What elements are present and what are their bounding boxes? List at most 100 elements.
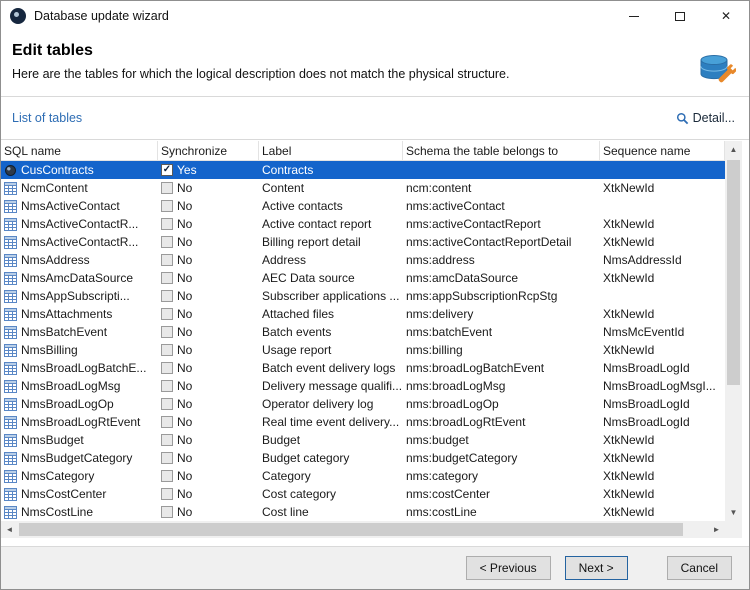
synchronize-checkbox[interactable] [161,218,173,230]
table-row[interactable]: NmsBatchEvent No Batch events nms:batchEven… [1,323,725,341]
table-row[interactable]: CusContracts ✓ Yes Contracts [1,161,725,179]
table-row[interactable]: NmsAmcDataSource No AEC Data source nms:amc… [1,269,725,287]
synchronize-checkbox[interactable]: ✓ [161,164,173,176]
tables-list: SQL name Synchronize Label Schema the ta… [1,141,742,538]
label-text: AEC Data source [262,271,355,285]
sql-name-cell: NmsActiveContactR... [1,233,158,251]
scroll-left-button[interactable]: ◄ [1,521,18,538]
minimize-button[interactable] [611,1,657,31]
sql-name-cell: NmsBilling [1,341,158,359]
schema-text: nms:costLine [406,505,477,519]
table-row[interactable]: NmsActiveContactR... No Billing report det… [1,233,725,251]
table-row[interactable]: NmsBroadLogMsg No Delivery message qualifi… [1,377,725,395]
synchronize-text: No [177,343,193,357]
sequence-cell [600,287,725,305]
horizontal-scrollbar[interactable]: ◄ ► [1,521,725,538]
synchronize-checkbox[interactable] [161,488,173,500]
maximize-button[interactable] [657,1,703,31]
table-row[interactable]: NmsCostLine No Cost line nms:costLine XtkNew… [1,503,725,521]
column-header-sequence-name[interactable]: Sequence name [600,141,725,160]
horizontal-scroll-thumb[interactable] [19,523,683,536]
label-cell: Active contacts [259,197,403,215]
sql-name-cell: CusContracts [1,161,158,179]
synchronize-checkbox[interactable] [161,452,173,464]
close-button[interactable]: ✕ [703,1,749,31]
synchronize-text: No [177,253,193,267]
sequence-cell: XtkNewId [600,431,725,449]
table-row[interactable]: NmsActiveContactR... No Active contact rep… [1,215,725,233]
synchronize-checkbox[interactable] [161,470,173,482]
column-header-label[interactable]: Label [259,141,403,160]
table-row[interactable]: NmsAddress No Address nms:address NmsAddress… [1,251,725,269]
label-cell: Budget category [259,449,403,467]
label-cell: Attached files [259,305,403,323]
table-row[interactable]: NmsBudget No Budget nms:budget XtkNewId [1,431,725,449]
sequence-cell: NmsBroadLogId [600,395,725,413]
synchronize-checkbox[interactable] [161,236,173,248]
column-header-sql-name[interactable]: SQL name [1,141,158,160]
synchronize-cell: No [158,197,259,215]
table-icon [4,379,17,393]
synchronize-checkbox[interactable] [161,272,173,284]
table-row[interactable]: NmsBudgetCategory No Budget category nms:bu… [1,449,725,467]
table-row[interactable]: NmsBroadLogOp No Operator delivery log nms:… [1,395,725,413]
table-row[interactable]: NmsActiveContact No Active contacts nms:act… [1,197,725,215]
column-header-synchronize[interactable]: Synchronize [158,141,259,160]
label-text: Real time event delivery... [262,415,400,429]
scroll-down-button[interactable]: ▼ [725,504,742,521]
table-row[interactable]: NmsBroadLogBatchE... No Batch event delive… [1,359,725,377]
sequence-text: XtkNewId [603,451,655,465]
previous-button[interactable]: < Previous [465,556,551,580]
next-button[interactable]: Next > [564,556,628,580]
synchronize-text: No [177,325,193,339]
sequence-cell: XtkNewId [600,305,725,323]
synchronize-checkbox[interactable] [161,416,173,428]
synchronize-checkbox[interactable] [161,362,173,374]
table-icon [4,469,17,483]
synchronize-checkbox[interactable] [161,380,173,392]
synchronize-checkbox[interactable] [161,344,173,356]
synchronize-checkbox[interactable] [161,200,173,212]
scroll-right-button[interactable]: ► [708,521,725,538]
label-cell: Batch event delivery logs [259,359,403,377]
detail-button[interactable]: Detail... [676,111,735,125]
synchronize-cell: No [158,467,259,485]
synchronize-checkbox[interactable] [161,398,173,410]
table-row[interactable]: NmsCategory No Category nms:category XtkNewI… [1,467,725,485]
table-row[interactable]: NmsCostCenter No Cost category nms:costCent… [1,485,725,503]
synchronize-checkbox[interactable] [161,182,173,194]
scroll-up-button[interactable]: ▲ [725,141,742,158]
table-row[interactable]: NmsAttachments No Attached files nms:delive… [1,305,725,323]
synchronize-checkbox[interactable] [161,506,173,518]
table-row[interactable]: NmsAppSubscripti... No Subscriber applicat… [1,287,725,305]
synchronize-checkbox[interactable] [161,434,173,446]
synchronize-checkbox[interactable] [161,254,173,266]
table-row[interactable]: NmsBroadLogRtEvent No Real time event deli… [1,413,725,431]
synchronize-checkbox[interactable] [161,290,173,302]
label-text: Batch event delivery logs [262,361,396,375]
sql-name-text: NmsBroadLogOp [21,397,114,411]
column-header-schema[interactable]: Schema the table belongs to [403,141,600,160]
magnifier-icon [676,112,689,125]
label-text: Address [262,253,307,267]
synchronize-checkbox[interactable] [161,308,173,320]
label-cell: Budget [259,431,403,449]
sequence-text: XtkNewId [603,307,655,321]
label-cell: Operator delivery log [259,395,403,413]
table-row[interactable]: NcmContent No Content ncm:content XtkNewId [1,179,725,197]
synchronize-text: No [177,451,193,465]
list-of-tables-link[interactable]: List of tables [12,111,82,125]
cancel-button[interactable]: Cancel [666,556,732,580]
table-icon [4,505,17,519]
synchronize-text: No [177,433,193,447]
sql-name-text: CusContracts [21,163,94,177]
table-row[interactable]: NmsBilling No Usage report nms:billing XtkNe… [1,341,725,359]
label-cell: Category [259,467,403,485]
sql-name-text: NmsCategory [21,469,95,483]
sequence-cell: XtkNewId [600,269,725,287]
vertical-scroll-thumb[interactable] [727,160,740,385]
vertical-scrollbar[interactable]: ▲ ▼ [725,141,742,521]
synchronize-checkbox[interactable] [161,326,173,338]
sequence-text: XtkNewId [603,487,655,501]
table-icon [4,397,17,411]
